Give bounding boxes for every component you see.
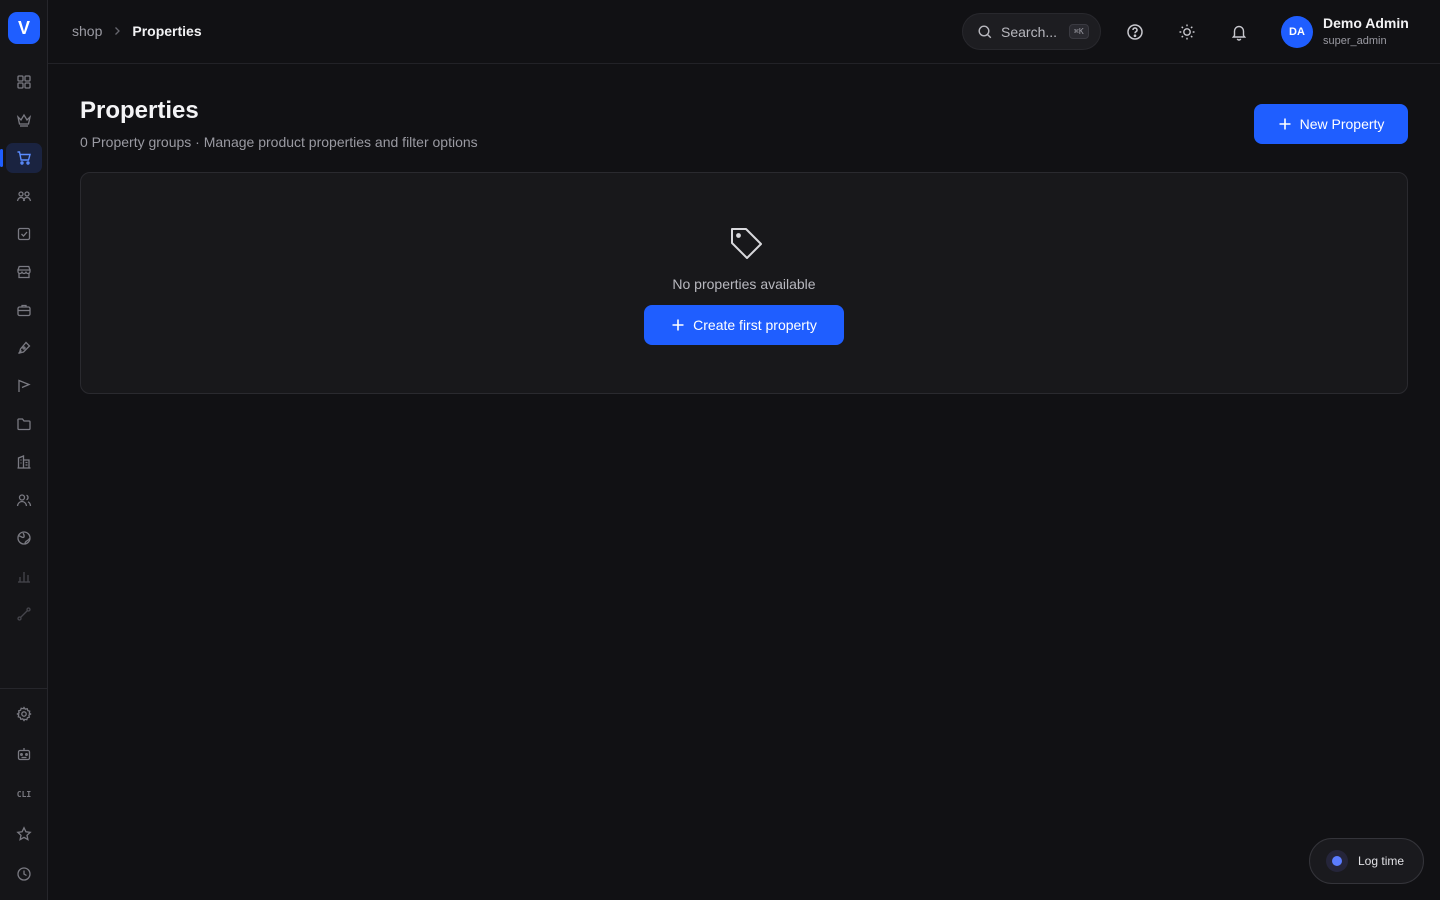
sidebar-item-store[interactable] (6, 257, 42, 287)
theme-toggle-button[interactable] (1175, 20, 1199, 44)
empty-state-card: No properties available Create first pro… (80, 172, 1408, 394)
chevron-right-icon (112, 24, 122, 39)
new-property-button[interactable]: New Property (1254, 104, 1408, 144)
sidebar-item-history[interactable] (6, 859, 42, 889)
timer-icon (1326, 850, 1348, 872)
sidebar-item-crown[interactable] (6, 105, 42, 135)
folder-icon (17, 418, 31, 431)
sidebar-item-dashboard[interactable] (6, 67, 42, 97)
bar-chart-icon (18, 572, 30, 583)
sidebar-item-bot[interactable] (6, 739, 42, 769)
user-role: super_admin (1323, 35, 1387, 47)
sidebar-item-cli[interactable]: CLI (6, 779, 42, 809)
search-button[interactable]: Search... ⌘K (962, 13, 1101, 50)
bell-icon (1231, 25, 1247, 41)
create-first-property-button[interactable]: Create first property (644, 305, 844, 345)
pen-icon (18, 341, 31, 354)
sidebar: V CLI (0, 0, 48, 900)
gear-icon (16, 706, 32, 722)
crown-icon (16, 113, 32, 127)
tag-icon (731, 228, 762, 259)
plus-icon (672, 319, 684, 331)
clock-icon (17, 867, 31, 881)
grid-icon (17, 75, 31, 89)
top-bar: shop Properties Search... ⌘K DA Demo Adm… (48, 0, 1440, 64)
sidebar-item-web[interactable] (6, 523, 42, 553)
checkbox-icon (17, 227, 31, 241)
notifications-button[interactable] (1227, 20, 1251, 44)
team-icon (16, 494, 32, 507)
store-icon (17, 265, 31, 279)
sidebar-item-marketing[interactable] (6, 371, 42, 401)
empty-state-message: No properties available (672, 276, 816, 292)
sidebar-divider (0, 688, 48, 689)
page-title: Properties (80, 97, 199, 124)
help-button[interactable] (1123, 20, 1147, 44)
sidebar-item-files[interactable] (6, 409, 42, 439)
sidebar-item-team[interactable] (6, 485, 42, 515)
search-shortcut: ⌘K (1069, 24, 1089, 39)
globe-icon (17, 531, 31, 545)
building-icon (17, 455, 31, 469)
breadcrumb-shop[interactable]: shop (72, 23, 102, 39)
sidebar-item-tasks[interactable] (6, 219, 42, 249)
help-icon (1127, 24, 1143, 40)
search-placeholder: Search... (1001, 23, 1058, 40)
route-icon (17, 607, 31, 621)
user-name[interactable]: Demo Admin (1323, 15, 1409, 31)
star-icon (16, 826, 32, 841)
page-subtitle: 0 Property groups · Manage product prope… (80, 134, 478, 150)
plus-icon (1279, 118, 1291, 130)
breadcrumb-current: Properties (132, 23, 202, 39)
new-property-label: New Property (1299, 116, 1385, 132)
sidebar-item-shop[interactable] (0, 143, 42, 173)
sidebar-item-users[interactable] (6, 181, 42, 211)
log-time-label: Log time (1358, 854, 1405, 868)
breadcrumb: shop Properties (72, 23, 202, 39)
sidebar-item-workflow[interactable] (6, 599, 42, 629)
cart-icon (17, 151, 31, 165)
sidebar-item-design[interactable] (6, 333, 42, 363)
avatar[interactable]: DA (1281, 16, 1313, 48)
robot-icon (17, 748, 31, 761)
sidebar-item-settings[interactable] (6, 699, 42, 729)
app-logo[interactable]: V (8, 12, 40, 44)
sidebar-item-favorites[interactable] (6, 819, 42, 849)
sidebar-item-buildings[interactable] (6, 447, 42, 477)
sidebar-item-analytics[interactable] (6, 561, 42, 591)
users-icon (16, 191, 32, 202)
sidebar-item-jobs[interactable] (6, 295, 42, 325)
log-time-button[interactable]: Log time (1309, 838, 1424, 884)
flag-icon (18, 379, 31, 392)
sun-icon (1179, 24, 1195, 40)
create-first-property-label: Create first property (693, 317, 817, 333)
search-icon (978, 24, 992, 38)
cli-label: CLI (16, 789, 32, 799)
briefcase-icon (17, 304, 31, 317)
